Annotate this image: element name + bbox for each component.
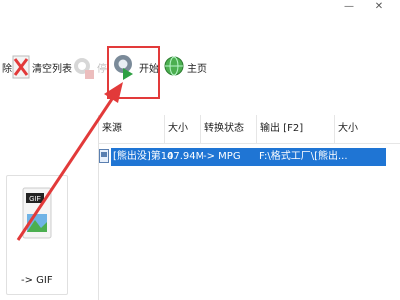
cell-status: -> MPG: [203, 151, 241, 162]
video-file-icon: [99, 149, 109, 163]
remove-button[interactable]: 除: [0, 42, 12, 92]
minimize-button[interactable]: —: [336, 0, 362, 16]
home-label: 主页: [187, 63, 207, 75]
close-button[interactable]: ✕: [366, 0, 392, 16]
cell-output: F:\格式工厂\[熊出...: [259, 151, 348, 162]
clear-list-label: 清空列表: [32, 63, 72, 75]
remove-label: 除: [2, 63, 12, 75]
cell-size: 47.94M: [167, 151, 203, 162]
gif-badge: GIF: [29, 196, 41, 203]
col-out-size[interactable]: 大小: [335, 115, 400, 143]
grid-header: 来源 大小 转换状态 输出 [F2] 大小: [99, 115, 400, 144]
stop-button[interactable]: 停: [73, 42, 107, 92]
col-size[interactable]: 大小: [165, 115, 201, 143]
stop-icon: [74, 58, 94, 79]
home-button[interactable]: 主页: [163, 42, 207, 92]
table-row[interactable]: [熊出没]第10... 47.94M -> MPG F:\格式工厂\[熊出...: [99, 148, 400, 166]
clear-list-icon: [12, 55, 30, 79]
stop-label: 停: [97, 63, 107, 75]
clear-list-button[interactable]: 清空列表: [12, 42, 72, 92]
start-highlight-box: [107, 46, 160, 99]
format-card-gif[interactable]: GIF -> GIF: [6, 175, 68, 295]
col-status[interactable]: 转换状态: [201, 115, 257, 143]
col-source[interactable]: 来源: [99, 115, 165, 143]
format-panel: GIF -> GIF: [0, 115, 99, 300]
format-label: -> GIF: [21, 275, 53, 286]
cell-source: [熊出没]第10...: [113, 151, 175, 162]
toolbar: 除 清空列表 停 开始 主页: [0, 22, 400, 100]
col-output[interactable]: 输出 [F2]: [257, 115, 335, 143]
home-globe-icon: [164, 56, 184, 76]
gif-file-icon: GIF: [22, 187, 52, 239]
task-grid: 来源 大小 转换状态 输出 [F2] 大小 [熊出没]第10... 47.94M…: [99, 115, 400, 300]
